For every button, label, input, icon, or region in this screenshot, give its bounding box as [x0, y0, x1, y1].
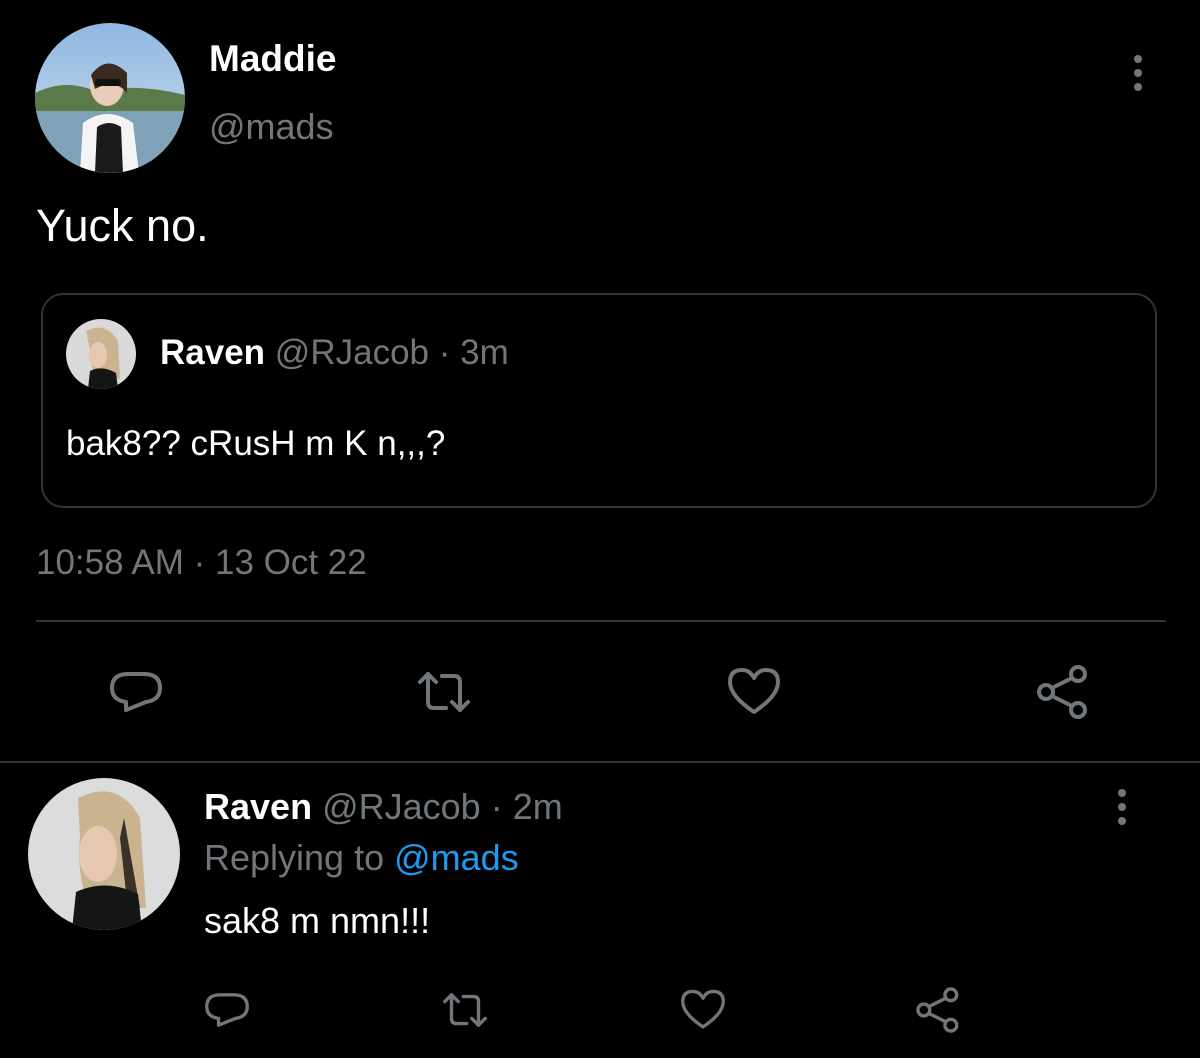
reply-separator: · [490, 786, 503, 827]
replying-to: Replying to @mads [204, 837, 519, 879]
retweet-icon [418, 672, 470, 712]
avatar[interactable] [35, 23, 185, 173]
reply-like-button[interactable] [676, 983, 730, 1037]
reply-avatar-image [28, 778, 180, 930]
reply-more-options-button[interactable] [1104, 784, 1140, 834]
more-options-button[interactable] [1120, 50, 1156, 100]
quoted-tweet-header: Raven @RJacob · 3m [160, 333, 509, 373]
quoted-avatar [66, 319, 136, 389]
retweet-icon [443, 993, 487, 1027]
share-icon [1037, 665, 1087, 719]
reply-text: sak8 m nmn!!! [204, 900, 431, 941]
divider [0, 761, 1200, 763]
heart-icon [728, 668, 780, 714]
quoted-author-name: Raven [160, 333, 266, 372]
tweet-timestamp[interactable]: 10:58 AM · 13 Oct 22 [36, 543, 367, 583]
avatar-image [35, 23, 185, 173]
quoted-tweet-card[interactable] [41, 293, 1157, 508]
reply-age[interactable]: 2m [513, 786, 563, 827]
replying-to-mention[interactable]: @mads [394, 837, 519, 878]
reply-author-handle[interactable]: @RJacob [322, 786, 481, 827]
reply-header: Raven @RJacob · 2m [204, 786, 563, 828]
quoted-avatar-image [66, 319, 136, 389]
heart-icon [681, 989, 725, 1029]
share-button[interactable] [1032, 660, 1096, 724]
divider [36, 620, 1166, 622]
more-vertical-icon [1134, 55, 1142, 91]
quoted-separator: · [438, 333, 451, 372]
tweet-text: Yuck no. [36, 200, 209, 251]
author-handle[interactable]: @mads [209, 106, 334, 148]
reply-button[interactable] [104, 660, 168, 724]
share-icon [916, 987, 959, 1033]
reply-author-name[interactable]: Raven [204, 786, 312, 827]
reply-reply-button[interactable] [200, 983, 254, 1037]
reply-icon [110, 672, 162, 712]
quoted-author-handle: @RJacob [274, 333, 429, 372]
reply-share-button[interactable] [912, 983, 966, 1037]
author-name[interactable]: Maddie [209, 38, 336, 80]
replying-to-prefix: Replying to [204, 837, 385, 878]
retweet-button[interactable] [412, 660, 476, 724]
more-vertical-icon [1118, 789, 1126, 825]
reply-retweet-button[interactable] [438, 983, 492, 1037]
quoted-age: 3m [460, 333, 509, 372]
reply-avatar[interactable] [28, 778, 180, 930]
quoted-tweet-text: bak8?? cRusH m K n,,,? [66, 424, 446, 463]
like-button[interactable] [722, 660, 786, 724]
reply-icon [205, 993, 249, 1027]
